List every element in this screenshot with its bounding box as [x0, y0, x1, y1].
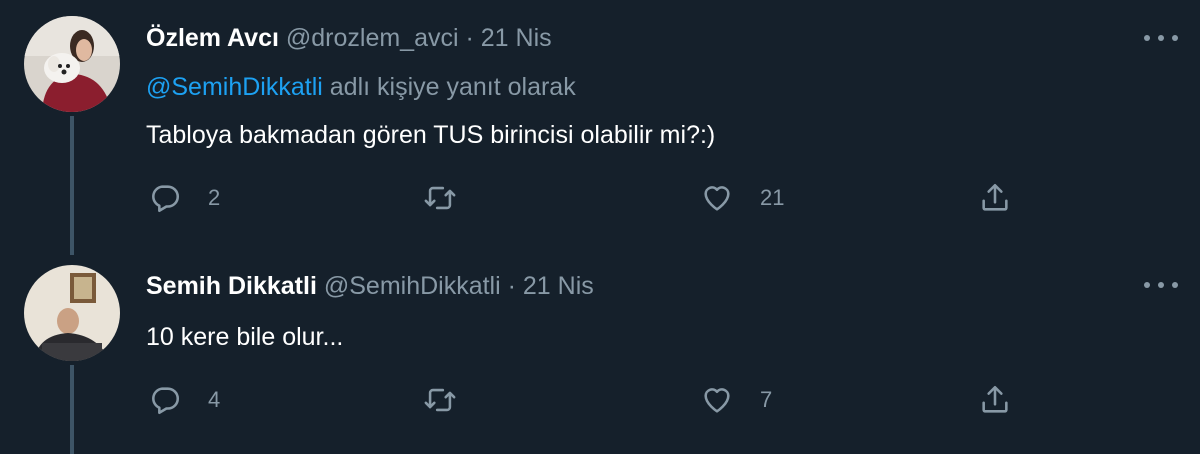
- retweet-button[interactable]: [423, 380, 457, 420]
- tweet[interactable]: Özlem Avcı @drozlem_avci · 21 Nis @Semih…: [0, 0, 1200, 255]
- like-button[interactable]: 7: [700, 380, 772, 420]
- handle[interactable]: @SemihDikkatli: [324, 272, 501, 300]
- tweet-date[interactable]: 21 Nis: [523, 272, 594, 300]
- like-count: 21: [760, 185, 785, 210]
- tweet-header: Özlem Avcı @drozlem_avci · 21 Nis: [146, 23, 552, 53]
- avatar[interactable]: [24, 16, 120, 112]
- reply-button[interactable]: 4: [148, 380, 220, 420]
- more-icon[interactable]: [1144, 28, 1178, 48]
- share-button[interactable]: [978, 178, 1012, 218]
- mention-link[interactable]: @SemihDikkatli: [146, 73, 323, 101]
- more-icon[interactable]: [1144, 275, 1178, 295]
- tweet-actions: 2 21: [0, 178, 1200, 218]
- display-name[interactable]: Özlem Avcı: [146, 24, 279, 52]
- handle[interactable]: @drozlem_avci: [286, 24, 459, 52]
- avatar-photo: [24, 16, 120, 112]
- retweet-icon: [424, 388, 456, 412]
- avatar[interactable]: [24, 265, 120, 361]
- share-icon: [982, 183, 1008, 211]
- share-button[interactable]: [978, 380, 1012, 420]
- reply-icon: [152, 185, 180, 213]
- share-icon: [982, 385, 1008, 413]
- retweet-icon: [424, 186, 456, 210]
- avatar-photo: [24, 265, 120, 361]
- like-button[interactable]: 21: [700, 178, 784, 218]
- reply-count: 2: [208, 185, 221, 210]
- tweet-text: Tabloya bakmadan gören TUS birincisi ola…: [146, 121, 716, 149]
- tweet-date[interactable]: 21 Nis: [481, 24, 552, 52]
- replying-to: @SemihDikkatli adlı kişiye yanıt olarak: [146, 72, 576, 102]
- reply-count: 4: [208, 387, 221, 412]
- tweet-header: Semih Dikkatli @SemihDikkatli · 21 Nis: [146, 271, 594, 301]
- heart-icon: [704, 388, 730, 413]
- tweet[interactable]: Semih Dikkatli @SemihDikkatli · 21 Nis 1…: [0, 255, 1200, 454]
- heart-icon: [704, 186, 730, 211]
- replying-to-suffix: adlı kişiye yanıt olarak: [329, 73, 576, 101]
- tweet-actions: 4 7: [0, 380, 1200, 420]
- reply-icon: [152, 387, 180, 415]
- tweet-text: 10 kere bile olur...: [146, 323, 344, 351]
- separator: ·: [507, 272, 516, 300]
- separator: ·: [465, 24, 474, 52]
- like-count: 7: [760, 387, 773, 412]
- retweet-button[interactable]: [423, 178, 457, 218]
- display-name[interactable]: Semih Dikkatli: [146, 272, 317, 300]
- reply-button[interactable]: 2: [148, 178, 220, 218]
